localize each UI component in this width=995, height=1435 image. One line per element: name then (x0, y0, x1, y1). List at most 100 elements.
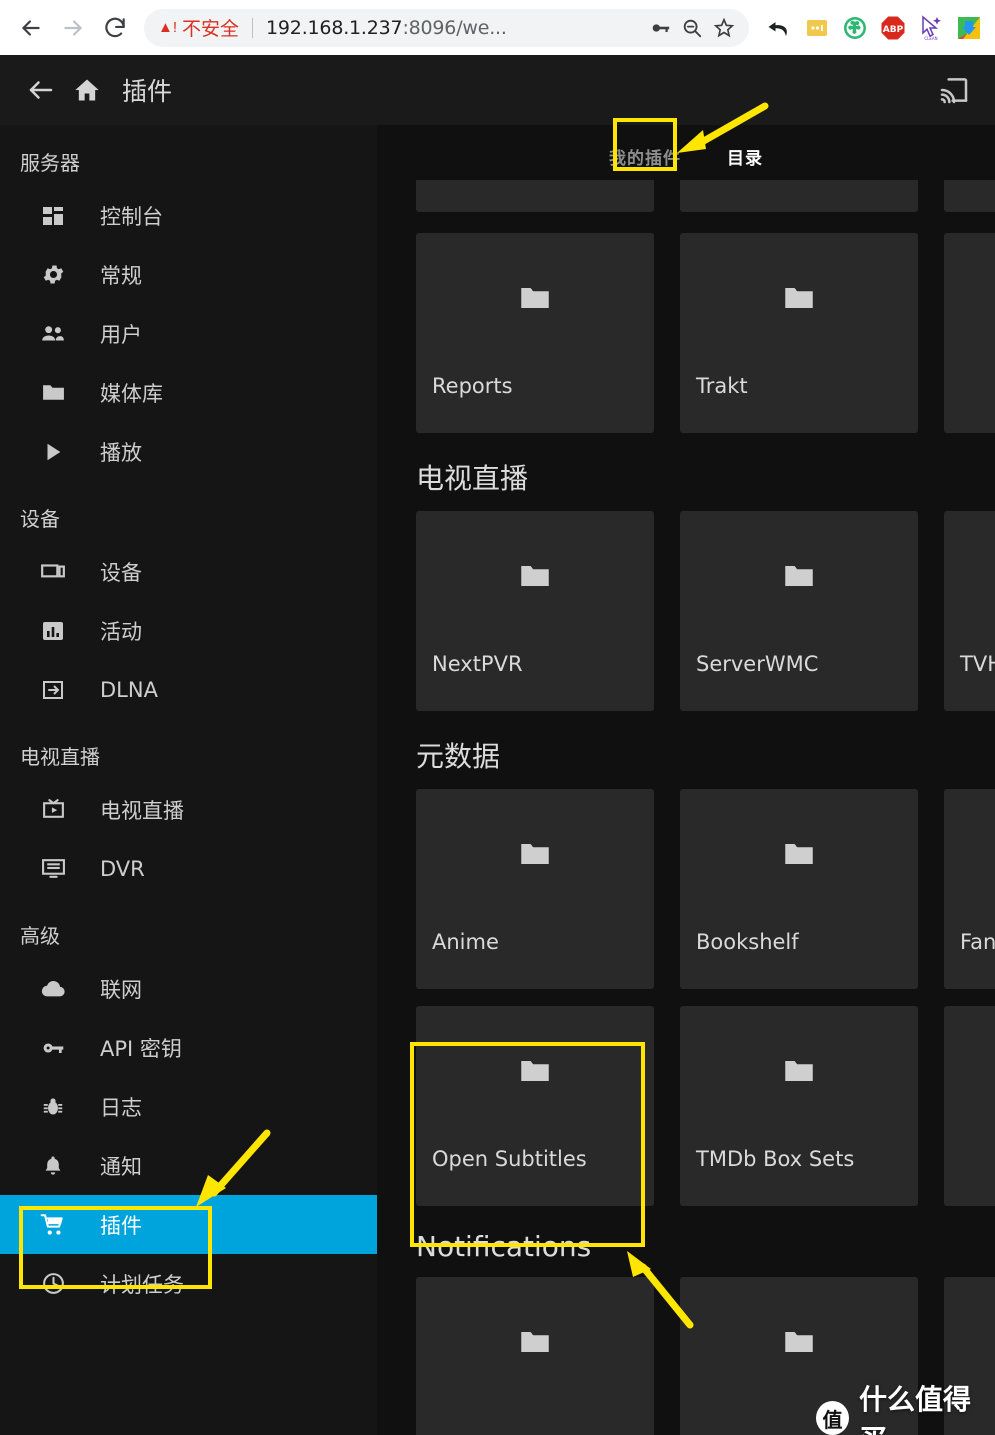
sidebar-item-dashboard[interactable]: 控制台 (0, 186, 377, 245)
star-icon[interactable] (713, 17, 735, 39)
sidebar-label: 媒体库 (100, 381, 163, 406)
plugin-card-name: Reports (432, 374, 513, 398)
browser-toolbar: ▲! 不安全 192.168.1.237:8096/we... ABP CLEA… (0, 0, 995, 55)
arrow-back-icon[interactable] (18, 67, 64, 113)
sidebar-nav: 服务器 控制台 常规 用户 媒体库 播放 设备 设备 活动 DLNA 电视直播 … (0, 125, 377, 1435)
sidebar-section-server: 服务器 (20, 151, 80, 175)
watermark: 值 什么值得买 (816, 1378, 995, 1435)
sidebar-item-scheduled-tasks[interactable]: 计划任务 (0, 1254, 377, 1313)
plugin-card-anime[interactable]: Anime (416, 789, 654, 989)
browser-forward-button[interactable] (52, 7, 94, 49)
sidebar-label: 设备 (100, 560, 142, 585)
sidebar-item-api-keys[interactable]: API 密钥 (0, 1018, 377, 1077)
key-icon (36, 1031, 70, 1065)
sidebar-label: 通知 (100, 1154, 142, 1179)
download-extension-icon[interactable] (953, 12, 985, 44)
sidebar-item-plugins[interactable]: 插件 (0, 1195, 377, 1254)
folder-icon (680, 841, 918, 867)
sidebar-item-general[interactable]: 常规 (0, 245, 377, 304)
browser-reload-button[interactable] (94, 7, 136, 49)
sidebar-label: 播放 (100, 440, 142, 465)
address-bar[interactable]: ▲! 不安全 192.168.1.237:8096/we... (144, 8, 749, 47)
notes-extension-icon[interactable] (801, 12, 833, 44)
svg-text:CLEAN: CLEAN (924, 36, 937, 41)
plugin-card-reports[interactable]: Reports (416, 233, 654, 433)
app-header: 插件 (0, 55, 995, 125)
jellyfin-app: 插件 服务器 控制台 常规 用户 媒体库 播放 设备 设备 活动 DLNA 电视… (0, 55, 995, 1435)
cloud-icon (36, 972, 70, 1006)
folder-icon (680, 1058, 918, 1084)
tab-my-plugins[interactable]: 我的插件 (595, 136, 695, 177)
plugin-card-clipped[interactable] (944, 233, 995, 433)
card-stub[interactable] (944, 180, 995, 212)
puzzle-extension-icon[interactable] (839, 12, 871, 44)
plugin-card-nextpvr[interactable]: NextPVR (416, 511, 654, 711)
sidebar-item-devices[interactable]: 设备 (0, 542, 377, 601)
folder-icon (680, 1329, 918, 1355)
home-icon[interactable] (64, 67, 110, 113)
catalog-scroll-area[interactable]: Reports Trakt 电视直播 NextPVR ServerWMC TV … (377, 180, 995, 1435)
adblock-plus-extension-icon[interactable]: ABP (877, 12, 909, 44)
sidebar-item-playback[interactable]: 播放 (0, 422, 377, 481)
sidebar-item-dvr[interactable]: DVR (0, 839, 377, 898)
sidebar-item-libraries[interactable]: 媒体库 (0, 363, 377, 422)
bell-icon (36, 1149, 70, 1183)
plugin-card-name: Open Subtitles (432, 1147, 587, 1171)
sidebar-label: 控制台 (100, 204, 163, 229)
insecure-label: 不安全 (182, 18, 240, 40)
sidebar-item-networking[interactable]: 联网 (0, 959, 377, 1018)
folder-icon (416, 1329, 654, 1355)
catalog-section-title-livetv: 电视直播 (416, 462, 529, 495)
card-row-metadata-2: Open Subtitles TMDb Box Sets (377, 1006, 995, 1206)
sidebar-item-dlna[interactable]: DLNA (0, 660, 377, 719)
key-icon[interactable] (649, 17, 671, 39)
zoom-out-icon[interactable] (681, 17, 703, 39)
url-text: 192.168.1.237:8096/we... (266, 17, 639, 39)
plugin-catalog-content: 我的插件 目录 Reports Trakt 电视直播 NextPVR Serve… (377, 125, 995, 1435)
card-row-general: Reports Trakt (377, 233, 995, 433)
sidebar-item-logs[interactable]: 日志 (0, 1077, 377, 1136)
sidebar-item-users[interactable]: 用户 (0, 304, 377, 363)
plugin-card-open-subtitles[interactable]: Open Subtitles (416, 1006, 654, 1206)
plugin-card-fanart[interactable]: Fanart (944, 789, 995, 989)
browser-back-button[interactable] (10, 7, 52, 49)
sidebar-label: 插件 (100, 1213, 142, 1238)
plugin-card-serverwmc[interactable]: ServerWMC (680, 511, 918, 711)
svg-text:ABP: ABP (883, 25, 904, 35)
dlna-input-icon (36, 673, 70, 707)
plugin-card-bookshelf[interactable]: Bookshelf (680, 789, 918, 989)
plugin-card-clipped[interactable] (944, 1006, 995, 1206)
sidebar-label: 活动 (100, 619, 142, 644)
sidebar-item-activity[interactable]: 活动 (0, 601, 377, 660)
url-host: 192.168.1.237 (266, 16, 403, 39)
sidebar-item-notifications[interactable]: 通知 (0, 1136, 377, 1195)
plugin-card-tmdb-box-sets[interactable]: TMDb Box Sets (680, 1006, 918, 1206)
partial-card-row (377, 180, 995, 212)
plugin-card-tvheadend[interactable]: TVHeadend (944, 511, 995, 711)
activity-chart-icon (36, 614, 70, 648)
bug-icon (36, 1090, 70, 1124)
undo-extension-icon[interactable] (763, 12, 795, 44)
folder-icon (416, 841, 654, 867)
clock-icon (36, 1267, 70, 1301)
card-stub[interactable] (416, 180, 654, 212)
plugin-card-name: Bookshelf (696, 930, 799, 954)
clean-cursor-extension-icon[interactable]: CLEAN (915, 12, 947, 44)
dashboard-icon (36, 199, 70, 233)
sidebar-label: DLNA (100, 677, 158, 702)
plugin-card-name: TMDb Box Sets (696, 1147, 855, 1171)
sidebar-section-livetv: 电视直播 (20, 745, 100, 769)
plugin-card-notification-1[interactable] (416, 1277, 654, 1435)
plugin-card-name: TVHeadend (960, 652, 995, 676)
card-stub[interactable] (680, 180, 918, 212)
sidebar-item-live-tv[interactable]: 电视直播 (0, 780, 377, 839)
plugin-card-trakt[interactable]: Trakt (680, 233, 918, 433)
tab-catalog[interactable]: 目录 (713, 136, 777, 177)
sidebar-label: API 密钥 (100, 1036, 182, 1061)
card-row-metadata: Anime Bookshelf Fanart (377, 789, 995, 989)
sidebar-label: 用户 (100, 322, 142, 347)
cast-icon[interactable] (931, 67, 977, 113)
folder-icon (680, 285, 918, 311)
sidebar-label: 常规 (100, 263, 142, 288)
people-icon (36, 317, 70, 351)
